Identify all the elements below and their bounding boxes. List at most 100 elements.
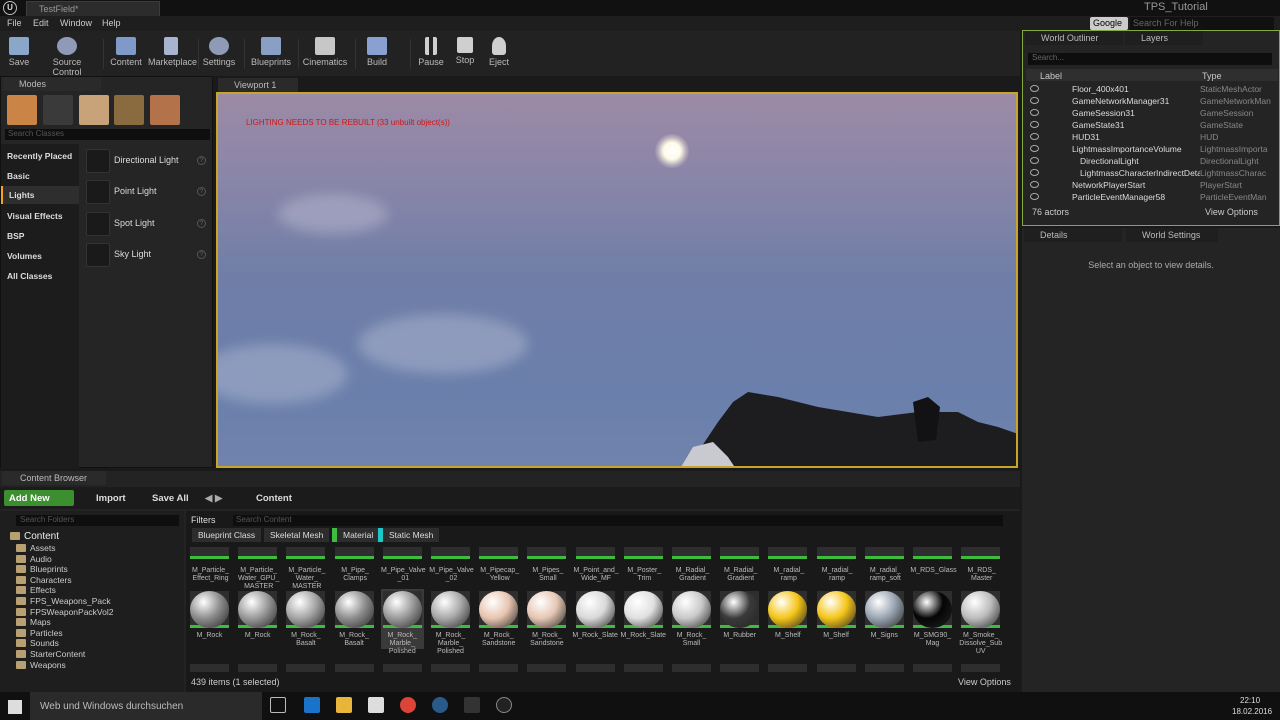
asset-thumbnail[interactable] [913, 664, 952, 672]
asset-thumbnail[interactable] [382, 547, 422, 559]
filter-blueprint-class[interactable]: Blueprint Class [192, 528, 262, 542]
level-viewport[interactable]: LIGHTING NEEDS TO BE REBUILT (33 unbuilt… [216, 92, 1018, 468]
store-icon[interactable] [368, 697, 384, 713]
asset-name[interactable]: M_radial_ ramp_soft [862, 567, 909, 583]
asset-thumbnail[interactable] [720, 664, 760, 672]
paint-mode-icon[interactable] [43, 95, 73, 125]
asset-name[interactable]: M_Pipes_ Small [524, 567, 571, 583]
asset-thumbnail[interactable] [382, 664, 422, 672]
asset-name[interactable]: M_Pipe_Valve _01 [380, 567, 427, 583]
tab-modes[interactable]: Modes [3, 77, 101, 91]
asset-thumbnail[interactable] [961, 664, 1001, 672]
asset-name[interactable]: M_Particle_ Water_GPU_ MASTER [235, 567, 282, 591]
folder-item[interactable]: Sounds [30, 638, 59, 648]
asset-thumbnail[interactable] [527, 547, 567, 559]
filters-button[interactable]: Filters [191, 515, 216, 525]
folder-item[interactable]: StarterContent [30, 649, 85, 659]
asset-tile[interactable]: M_Rock_Slate [572, 589, 618, 649]
asset-thumbnail[interactable] [286, 664, 326, 672]
asset-name[interactable]: M_Point_and_ Wide_MF [573, 567, 620, 583]
asset-thumbnail[interactable] [864, 664, 904, 672]
geometry-mode-icon[interactable] [150, 95, 180, 125]
chrome-icon[interactable] [400, 697, 416, 713]
asset-thumbnail[interactable] [190, 664, 229, 672]
asset-search-input[interactable]: Search Content [233, 515, 1003, 526]
search-provider-select[interactable]: Google [1090, 17, 1128, 30]
folder-item[interactable]: Characters [30, 575, 72, 585]
outliner-view-options[interactable]: View Options [1205, 207, 1258, 217]
asset-tile[interactable]: M_Rock [236, 589, 279, 649]
asset-tile[interactable]: M_Rock_ Basalt [284, 589, 327, 649]
outliner-row[interactable]: LightmassCharacterIndirectDetai Lightmass… [1026, 167, 1274, 179]
folder-item[interactable]: Maps [30, 617, 51, 627]
outliner-row[interactable]: LightmassImportanceVolume LightmassImport… [1026, 143, 1274, 155]
source-control-button[interactable]: Source Control [38, 31, 96, 77]
category-bsp[interactable]: BSP [7, 231, 24, 241]
content-button[interactable]: Content [110, 31, 142, 76]
asset-tile[interactable]: M_Signs [863, 589, 906, 649]
menu-help[interactable]: Help [102, 18, 121, 28]
pause-button[interactable]: Pause [416, 31, 446, 76]
asset-thumbnail[interactable] [527, 664, 567, 672]
file-explorer-icon[interactable] [336, 697, 352, 713]
help-search-input[interactable]: Search For Help [1130, 17, 1274, 30]
unreal-logo-icon[interactable]: U [3, 1, 17, 15]
asset-thumbnail[interactable] [672, 664, 711, 672]
settings-button[interactable]: Settings [202, 31, 236, 76]
tab-world-settings[interactable]: World Settings [1126, 228, 1218, 242]
asset-tile[interactable]: M_Smoke_ Dissolve_Sub UV [959, 589, 1002, 655]
taskbar-search-input[interactable]: Web und Windows durchsuchen [30, 692, 262, 720]
folder-item[interactable]: Audio [30, 554, 52, 564]
asset-thumbnail[interactable] [720, 547, 760, 559]
tab-world-outliner[interactable]: World Outliner [1025, 31, 1123, 45]
placeable-spot-light[interactable]: Spot Light? [86, 212, 208, 236]
asset-tile[interactable]: M_Shelf [766, 589, 809, 649]
visibility-eye-icon[interactable] [1030, 193, 1039, 200]
column-label[interactable]: Label [1040, 71, 1062, 81]
folder-item[interactable]: Particles [30, 628, 63, 638]
visibility-eye-icon[interactable] [1030, 97, 1039, 104]
asset-thumbnail[interactable] [816, 664, 856, 672]
category-recently-placed[interactable]: Recently Placed [7, 151, 72, 161]
folder-item[interactable]: Weapons [30, 660, 66, 670]
filter-static-mesh[interactable]: Static Mesh [378, 528, 440, 542]
asset-name[interactable]: M_RDS_Glass [910, 567, 957, 575]
eject-button[interactable]: Eject [484, 31, 514, 76]
class-search-input[interactable]: Search Classes [5, 129, 210, 140]
tab-layers[interactable]: Layers [1125, 31, 1203, 45]
help-icon[interactable]: ? [197, 187, 206, 196]
asset-tile[interactable]: M_Rock_Slate [621, 589, 666, 649]
help-icon[interactable]: ? [197, 219, 206, 228]
outliner-row[interactable]: GameNetworkManager31 GameNetworkMan [1026, 95, 1274, 107]
epic-launcher-icon[interactable] [464, 697, 480, 713]
asset-tile[interactable]: M_Rock_ Basalt [333, 589, 376, 649]
steam-icon[interactable] [432, 697, 448, 713]
save-button[interactable]: Save [4, 31, 34, 76]
outliner-row[interactable]: NetworkPlayerStart PlayerStart [1026, 179, 1274, 191]
asset-tile[interactable]: M_Rubber [718, 589, 761, 649]
folder-item[interactable]: FPS_Weapons_Pack [30, 596, 111, 606]
stop-button[interactable]: Stop [450, 31, 480, 76]
save-all-button[interactable]: Save All [152, 493, 189, 504]
asset-thumbnail[interactable] [575, 664, 615, 672]
category-lights[interactable]: Lights [1, 186, 79, 204]
menu-file[interactable]: File [7, 18, 22, 28]
category-volumes[interactable]: Volumes [7, 251, 42, 261]
asset-thumbnail[interactable] [190, 547, 229, 559]
asset-name[interactable]: M_Pipe_Valve _02 [428, 567, 475, 583]
asset-tile[interactable]: M_Rock_ Marble_ Polished [380, 589, 424, 655]
asset-thumbnail[interactable] [479, 664, 519, 672]
outliner-row[interactable]: HUD31 HUD [1026, 131, 1274, 143]
asset-thumbnail[interactable] [286, 547, 326, 559]
asset-name[interactable]: M_Pipe_ Clamps [332, 567, 379, 583]
marketplace-button[interactable]: Marketplace [148, 31, 197, 76]
asset-view-options[interactable]: View Options [958, 677, 1011, 687]
visibility-eye-icon[interactable] [1030, 145, 1039, 152]
cinematics-button[interactable]: Cinematics [302, 31, 348, 76]
asset-name[interactable]: M_Poster_ Trim [621, 567, 668, 583]
blueprints-button[interactable]: Blueprints [250, 31, 292, 76]
place-mode-icon[interactable] [7, 95, 37, 125]
menu-window[interactable]: Window [60, 18, 92, 28]
help-icon[interactable]: ? [197, 156, 206, 165]
asset-name[interactable]: M_RDS_ Master [958, 567, 1005, 583]
